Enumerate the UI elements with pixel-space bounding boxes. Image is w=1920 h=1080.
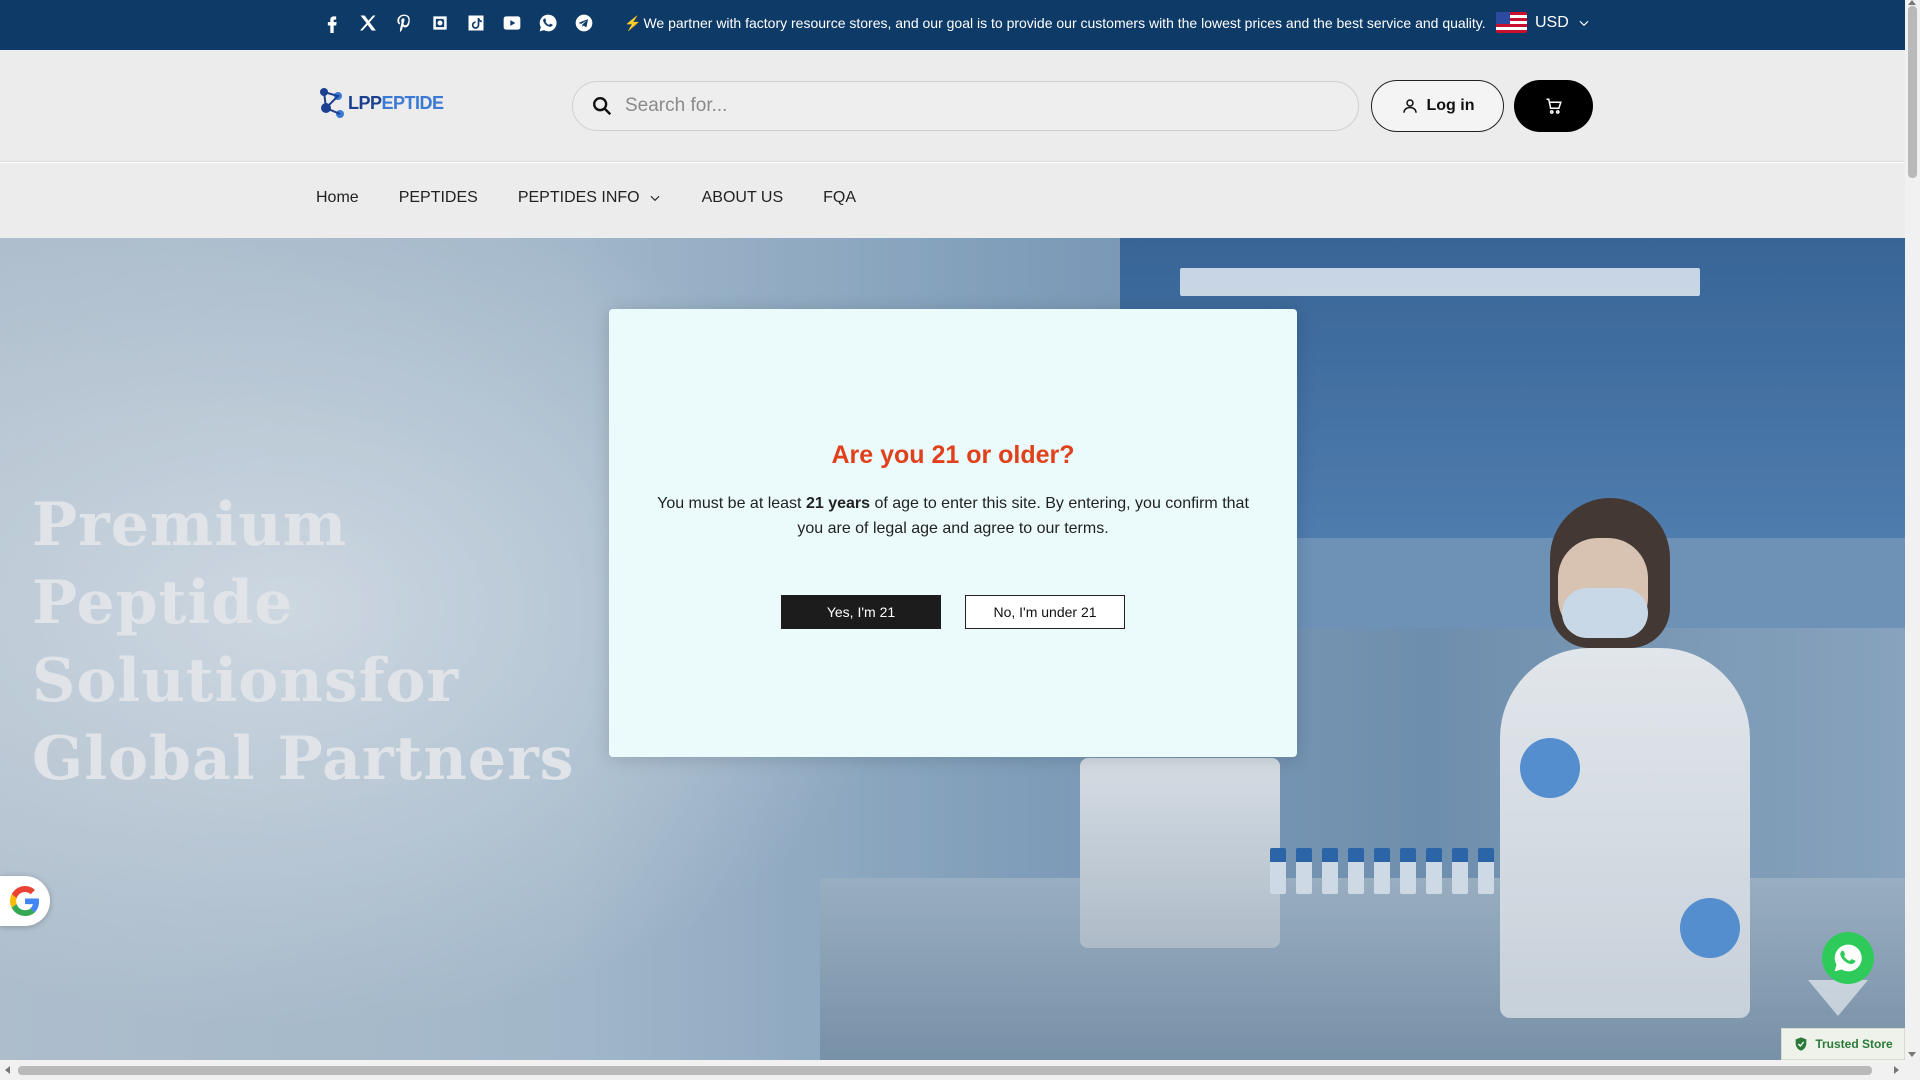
announcement-bar: ⚡ We partner with factory resource stores… xyxy=(0,0,1905,50)
age-verification-modal: Are you 21 or older? You must be at leas… xyxy=(609,309,1297,757)
logo-text-part2: EPTIDE xyxy=(381,92,445,113)
nav-item-fqa[interactable]: FQA xyxy=(823,189,856,207)
modal-text-bold: 21 years xyxy=(805,495,871,512)
whatsapp-icon[interactable] xyxy=(530,10,566,36)
search-input[interactable] xyxy=(625,95,1325,117)
molecule-logo-icon xyxy=(320,88,344,118)
nav-item-label: PEPTIDES xyxy=(398,189,478,206)
currency-label: USD xyxy=(1535,13,1569,31)
vertical-scroll-thumb[interactable] xyxy=(1908,6,1917,178)
scroll-right-arrow-icon[interactable] xyxy=(1894,1066,1899,1074)
scroll-down-arrow-icon[interactable] xyxy=(1908,1052,1916,1057)
x-icon[interactable] xyxy=(350,10,386,36)
horizontal-scrollbar[interactable] xyxy=(0,1060,1905,1080)
trusted-store-badge[interactable]: Trusted Store xyxy=(1781,1028,1905,1060)
nav-item-label: Home xyxy=(316,189,359,206)
bolt-icon: ⚡ xyxy=(624,15,642,31)
tiktok-icon[interactable] xyxy=(458,10,494,36)
youtube-icon[interactable] xyxy=(494,10,530,36)
modal-text-before: You must be at least xyxy=(657,495,806,512)
scroll-left-arrow-icon[interactable] xyxy=(5,1066,10,1074)
nav-item-label: PEPTIDES INFO xyxy=(517,189,640,206)
vertical-scrollbar[interactable] xyxy=(1905,0,1920,1080)
site-header: LPPEPTIDE Log in xyxy=(0,50,1905,162)
announcement-message: We partner with factory resource stores,… xyxy=(643,15,1486,31)
login-button[interactable]: Log in xyxy=(1371,80,1504,132)
currency-selector[interactable]: USD xyxy=(1496,12,1591,33)
chevron-down-icon xyxy=(1579,20,1589,26)
google-icon xyxy=(10,886,40,916)
announcement-text: ⚡ We partner with factory resource stores… xyxy=(624,15,1486,32)
nav-item-peptides[interactable]: PEPTIDES xyxy=(399,189,478,207)
nav-item-about-us[interactable]: ABOUT US xyxy=(702,189,784,207)
telegram-icon[interactable] xyxy=(566,10,602,36)
instagram-icon[interactable] xyxy=(422,10,458,36)
scroll-up-arrow-icon[interactable] xyxy=(1908,0,1916,5)
nav-item-label: ABOUT US xyxy=(701,189,784,206)
modal-title: Are you 21 or older? xyxy=(831,441,1075,469)
whatsapp-chat-pointer xyxy=(1808,980,1868,1016)
search-bar[interactable] xyxy=(572,81,1359,131)
horizontal-scroll-thumb[interactable] xyxy=(18,1066,1872,1075)
site-logo[interactable]: LPPEPTIDE xyxy=(318,86,444,120)
nav-item-peptides-info[interactable]: PEPTIDES INFO xyxy=(518,189,662,207)
chevron-down-icon xyxy=(650,195,660,202)
cart-button[interactable] xyxy=(1514,80,1593,132)
facebook-icon[interactable] xyxy=(314,10,350,36)
social-links xyxy=(314,10,602,36)
nav-item-home[interactable]: Home xyxy=(316,189,359,207)
cart-icon xyxy=(1546,98,1562,114)
trusted-store-label: Trusted Store xyxy=(1815,1037,1893,1051)
main-nav: Home PEPTIDES PEPTIDES INFO ABOUT US FQA xyxy=(0,163,1905,238)
search-icon[interactable] xyxy=(591,95,613,117)
google-reviews-badge[interactable] xyxy=(0,876,50,926)
shield-check-icon xyxy=(1795,1037,1807,1051)
modal-message: You must be at least 21 years of age to … xyxy=(645,491,1261,541)
whatsapp-icon xyxy=(1834,944,1862,972)
logo-text-part1: LPP xyxy=(348,92,382,113)
deny-age-button[interactable]: No, I'm under 21 xyxy=(965,595,1125,629)
us-flag-icon xyxy=(1496,12,1527,33)
user-icon xyxy=(1402,99,1417,113)
whatsapp-chat-button[interactable] xyxy=(1822,932,1874,984)
pinterest-icon[interactable] xyxy=(386,10,422,36)
login-label: Log in xyxy=(1426,97,1475,114)
confirm-age-button[interactable]: Yes, I'm 21 xyxy=(781,595,941,629)
nav-item-label: FQA xyxy=(823,189,857,206)
